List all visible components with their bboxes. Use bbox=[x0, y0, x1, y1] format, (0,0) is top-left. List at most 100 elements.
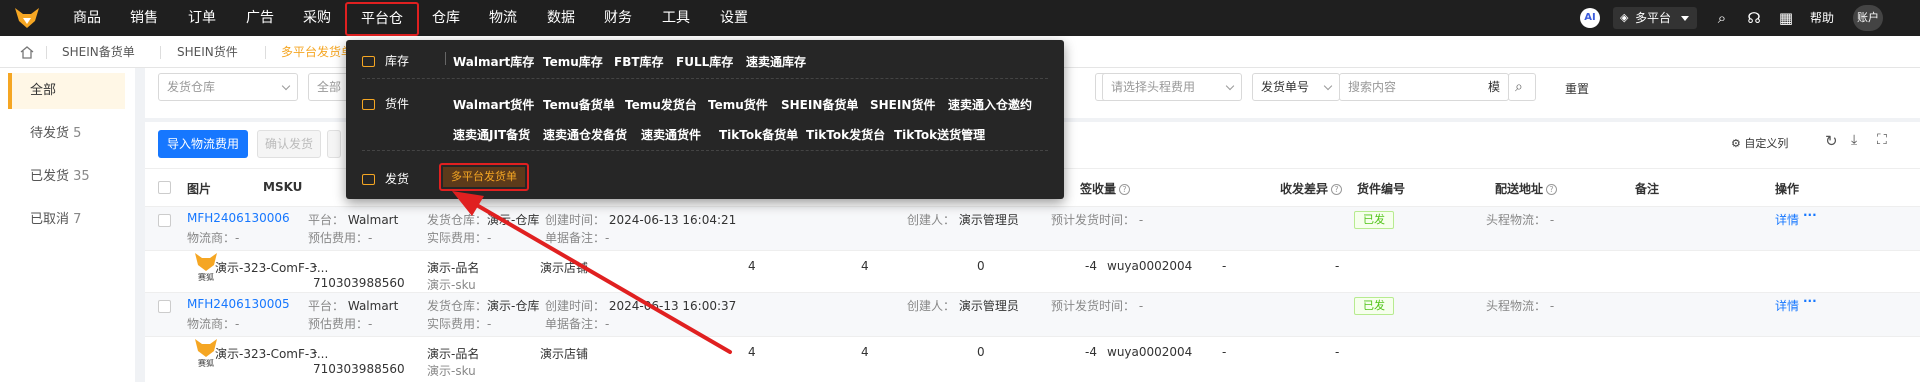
box-icon bbox=[362, 99, 375, 110]
received-cell: 0 bbox=[977, 259, 985, 273]
select-all-checkbox[interactable] bbox=[158, 181, 171, 194]
question-icon[interactable]: ? bbox=[1119, 184, 1131, 195]
import-logistics-cost-button[interactable]: 导入物流费用 bbox=[158, 130, 248, 158]
shipment-no-cell: wuya0002004 bbox=[1107, 345, 1193, 359]
order-id-link[interactable]: MFH2406130006 bbox=[187, 211, 290, 225]
nav-settings[interactable]: 设置 bbox=[720, 0, 748, 36]
question-icon[interactable]: ? bbox=[1331, 184, 1343, 195]
ai-assistant-icon[interactable]: AI bbox=[1580, 8, 1600, 28]
sku-cell: 演示-sku bbox=[427, 278, 476, 292]
menu-item-walmart-inventory[interactable]: Walmart库存 bbox=[453, 53, 534, 70]
menu-item-aliexpress-jit-stock[interactable]: 速卖通JIT备货 bbox=[453, 126, 530, 143]
more-actions-button[interactable] bbox=[327, 130, 341, 158]
nav-data[interactable]: 数据 bbox=[547, 0, 575, 36]
nav-ads[interactable]: 广告 bbox=[246, 0, 274, 36]
sidebar-item-count: 5 bbox=[73, 126, 82, 141]
confirm-ship-button[interactable]: 确认发货 bbox=[257, 130, 321, 158]
sidebar-item-count: 35 bbox=[73, 169, 90, 184]
menu-item-aliexpress-inbound-invite[interactable]: 速卖通入仓邀约 bbox=[948, 96, 1032, 113]
menu-item-temu-shipment[interactable]: Temu货件 bbox=[708, 96, 768, 113]
warehouse-select[interactable]: 发货仓库 bbox=[158, 73, 298, 101]
fnsku-cell: 710303988560 bbox=[313, 276, 405, 290]
row-checkbox[interactable] bbox=[158, 300, 171, 313]
search-icon[interactable]: ⌕ bbox=[1713, 9, 1731, 27]
sidebar-item-pending[interactable]: 待发货 5 bbox=[8, 116, 125, 152]
actual-cost-field: 实际费用：- bbox=[427, 229, 491, 246]
menu-item-temu-stock-order[interactable]: Temu备货单 bbox=[543, 96, 615, 113]
nav-products[interactable]: 商品 bbox=[73, 0, 101, 36]
shop-cell: 演示店铺 bbox=[540, 347, 589, 361]
nav-purchase[interactable]: 采购 bbox=[303, 0, 331, 36]
more-actions-icon[interactable]: ··· bbox=[1803, 208, 1817, 222]
reset-button[interactable]: 重置 bbox=[1565, 80, 1589, 97]
fuzzy-mode-toggle[interactable]: 模 bbox=[1488, 74, 1500, 100]
menu-item-fbt-inventory[interactable]: FBT库存 bbox=[614, 53, 664, 70]
menu-category-label: 发货 bbox=[385, 172, 410, 186]
more-actions-icon[interactable]: ··· bbox=[1803, 294, 1817, 308]
nav-tools[interactable]: 工具 bbox=[662, 0, 690, 36]
sidebar-item-shipped[interactable]: 已发货 35 bbox=[8, 159, 125, 195]
refresh-icon[interactable]: ↻ bbox=[1825, 132, 1838, 150]
menu-item-aliexpress-warehouse-stock[interactable]: 速卖通仓发备货 bbox=[543, 126, 627, 143]
custom-columns-label: 自定义列 bbox=[1744, 137, 1789, 150]
fullscreen-icon[interactable]: ⛶ bbox=[1877, 132, 1887, 148]
search-button[interactable]: ⌕ bbox=[1508, 73, 1536, 101]
fox-logo-icon[interactable] bbox=[14, 7, 40, 29]
menu-item-shein-stock-order[interactable]: SHEIN备货单 bbox=[781, 96, 858, 113]
menu-item-tiktok-shipping-desk[interactable]: TikTok发货台 bbox=[806, 126, 885, 143]
sidebar-item-cancelled[interactable]: 已取消 7 bbox=[8, 202, 125, 238]
nav-sales[interactable]: 销售 bbox=[130, 0, 158, 36]
menu-item-shein-shipment[interactable]: SHEIN货件 bbox=[870, 96, 935, 113]
menu-item-temu-shipping-desk[interactable]: Temu发货台 bbox=[625, 96, 697, 113]
menu-item-aliexpress-inventory[interactable]: 速卖通库存 bbox=[746, 53, 806, 70]
nav-platform-warehouse[interactable]: 平台仓 bbox=[345, 2, 419, 36]
nav-orders[interactable]: 订单 bbox=[188, 0, 216, 36]
est-cost-value: - bbox=[368, 317, 373, 331]
order-id-link[interactable]: MFH2406130005 bbox=[187, 297, 290, 311]
menu-item-multi-platform-shipment[interactable]: 多平台发货单 bbox=[439, 163, 529, 191]
platform-field: 平台： Walmart bbox=[308, 297, 398, 314]
tab-multi-platform-shipment[interactable]: 多平台发货单 bbox=[281, 36, 353, 68]
headset-icon[interactable]: ☊ bbox=[1745, 9, 1763, 27]
menu-item-aliexpress-shipment[interactable]: 速卖通货件 bbox=[641, 126, 701, 143]
home-icon[interactable] bbox=[20, 46, 34, 59]
nav-warehouse[interactable]: 仓库 bbox=[432, 0, 460, 36]
planned-ship-label: 预计发货时间： bbox=[1051, 213, 1136, 227]
est-cost-value: - bbox=[368, 231, 373, 245]
nav-finance[interactable]: 财务 bbox=[604, 0, 632, 36]
apps-grid-icon[interactable]: ▦ bbox=[1777, 9, 1795, 27]
created-time-field: 创建时间： 2024-06-13 16:00:37 bbox=[545, 297, 736, 314]
account-avatar[interactable]: 账户 bbox=[1853, 5, 1883, 31]
layers-icon: ◈ bbox=[1620, 11, 1629, 24]
help-link[interactable]: 帮助 bbox=[1810, 0, 1834, 36]
planned-ship-field: 预计发货时间： - bbox=[1051, 211, 1143, 228]
nav-logistics[interactable]: 物流 bbox=[489, 0, 517, 36]
address-cell: - bbox=[1222, 259, 1227, 273]
order-row bbox=[145, 206, 1920, 250]
custom-columns-button[interactable]: ⚙ 自定义列 bbox=[1731, 135, 1788, 151]
sidebar-item-all[interactable]: 全部 bbox=[8, 73, 125, 109]
download-icon[interactable]: ⤓ bbox=[1851, 132, 1857, 148]
head-cost-select[interactable]: 请选择头程费用 bbox=[1102, 73, 1242, 101]
detail-link[interactable]: 详情 bbox=[1775, 211, 1799, 228]
tab-shein-shipment[interactable]: SHEIN货件 bbox=[177, 36, 238, 68]
status-select-value: 全部 bbox=[317, 80, 342, 94]
menu-item-walmart-shipment[interactable]: Walmart货件 bbox=[453, 96, 534, 113]
diff-cell: -4 bbox=[1085, 259, 1097, 273]
platform-selector[interactable]: ◈ 多平台 bbox=[1613, 7, 1697, 29]
menu-item-temu-inventory[interactable]: Temu库存 bbox=[543, 53, 603, 70]
creator-label: 创建人： bbox=[907, 213, 956, 227]
tab-shein-stock-order[interactable]: SHEIN备货单 bbox=[62, 36, 135, 68]
platform-value: Walmart bbox=[347, 213, 399, 227]
menu-item-tiktok-stock-order[interactable]: TikTok备货单 bbox=[719, 126, 798, 143]
col-image: 图片 bbox=[187, 182, 212, 196]
doc-type-select[interactable]: 发货单号 bbox=[1252, 73, 1340, 101]
detail-link[interactable]: 详情 bbox=[1775, 297, 1799, 314]
tab-divider bbox=[160, 46, 161, 59]
menu-item-tiktok-delivery-mgmt[interactable]: TikTok送货管理 bbox=[894, 126, 985, 143]
search-input[interactable]: 搜索内容 模 bbox=[1339, 73, 1509, 101]
qty-cell: 4 bbox=[861, 259, 869, 273]
menu-item-full-inventory[interactable]: FULL库存 bbox=[676, 53, 733, 70]
question-icon[interactable]: ? bbox=[1546, 184, 1558, 195]
row-checkbox[interactable] bbox=[158, 214, 171, 227]
